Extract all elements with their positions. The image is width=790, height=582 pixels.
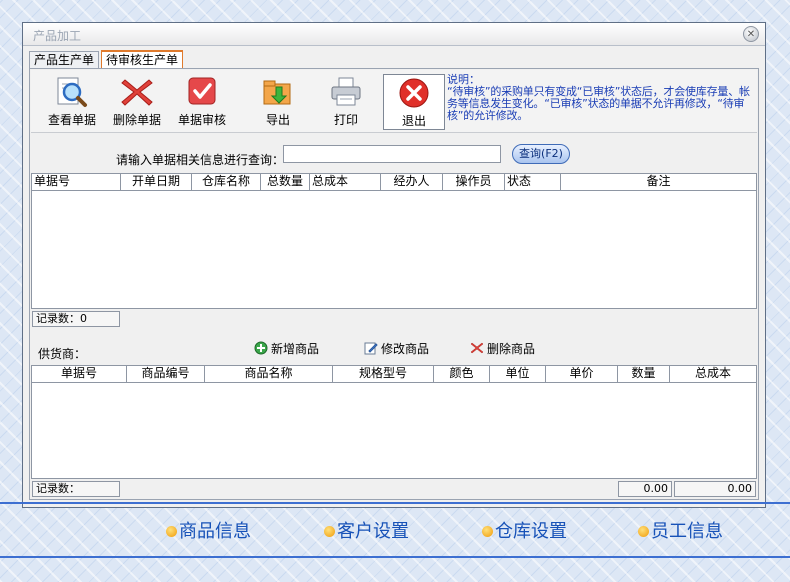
orange-bullet-icon — [166, 526, 177, 537]
audit-document-button[interactable]: 单据审核 — [171, 74, 233, 130]
orders-record-count: 记录数：0 — [32, 311, 120, 327]
cost-total: 0.00 — [674, 481, 756, 497]
toolbar: 查看单据 删除单据 单据审核 导出 打印 退出 说明： “待审核”的采购单只有变… — [31, 70, 757, 133]
window-title: 产品加工 — [33, 29, 82, 43]
col-color[interactable]: 颜色 — [434, 366, 490, 382]
items-status-bar: 记录数： 0.00 0.00 — [31, 479, 757, 499]
exit-red-circle-icon — [396, 77, 432, 109]
orders-table[interactable]: 单据号 开单日期 仓库名称 总数量 总成本 经办人 操作员 状态 备注 — [31, 173, 757, 309]
nav-divider-top — [0, 502, 790, 504]
col-total-cost[interactable]: 总成本 — [310, 174, 381, 190]
view-document-label: 查看单据 — [47, 113, 96, 127]
view-document-button[interactable]: 查看单据 — [41, 74, 103, 130]
printer-icon — [328, 76, 364, 108]
col-item-code[interactable]: 商品编号 — [127, 366, 205, 382]
col-total-quantity[interactable]: 总数量 — [261, 174, 310, 190]
nav-employee-info[interactable]: 员工信息 — [638, 520, 723, 544]
supplier-label: 供货商： — [38, 347, 87, 361]
orders-table-header: 单据号 开单日期 仓库名称 总数量 总成本 经办人 操作员 状态 备注 — [32, 174, 756, 191]
nav-divider-bottom — [0, 556, 790, 558]
col-document-no[interactable]: 单据号 — [32, 174, 121, 190]
col-remarks[interactable]: 备注 — [561, 174, 756, 190]
delete-document-label: 删除单据 — [112, 113, 161, 127]
col-item-total-cost[interactable]: 总成本 — [670, 366, 756, 382]
quantity-total: 0.00 — [618, 481, 672, 497]
edit-item-button[interactable]: 修改商品 — [364, 341, 429, 357]
nav-warehouse-settings-label: 仓库设置 — [495, 521, 567, 542]
nav-customer-settings-label: 客户设置 — [337, 521, 409, 542]
search-input[interactable] — [283, 145, 501, 163]
tab-panel: 查看单据 删除单据 单据审核 导出 打印 退出 说明： “待审核”的采购单只有变… — [29, 68, 759, 500]
col-quantity[interactable]: 数量 — [618, 366, 670, 382]
audit-document-label: 单据审核 — [177, 113, 226, 127]
export-button[interactable]: 导出 — [247, 74, 309, 130]
nav-customer-settings[interactable]: 客户设置 — [324, 520, 409, 544]
delete-item-button[interactable]: 删除商品 — [470, 341, 535, 357]
add-item-label: 新增商品 — [271, 342, 320, 356]
search-label: 请输入单据相关信息进行查询： — [116, 153, 285, 167]
add-item-icon — [254, 341, 268, 355]
items-table-header: 单据号 商品编号 商品名称 规格型号 颜色 单位 单价 数量 总成本 — [32, 366, 756, 383]
export-label: 导出 — [265, 113, 290, 127]
col-issue-date[interactable]: 开单日期 — [121, 174, 192, 190]
col-operator[interactable]: 操作员 — [443, 174, 505, 190]
col-unit[interactable]: 单位 — [490, 366, 546, 382]
col-unit-price[interactable]: 单价 — [546, 366, 618, 382]
print-button[interactable]: 打印 — [315, 74, 377, 130]
exit-button[interactable]: 退出 — [383, 74, 445, 130]
col-item-name[interactable]: 商品名称 — [205, 366, 333, 382]
col-warehouse-name[interactable]: 仓库名称 — [192, 174, 261, 190]
nav-product-info[interactable]: 商品信息 — [166, 520, 251, 544]
orange-bullet-icon — [324, 526, 335, 537]
magnifier-document-icon — [54, 76, 90, 108]
nav-warehouse-settings[interactable]: 仓库设置 — [482, 520, 567, 544]
delete-document-button[interactable]: 删除单据 — [106, 74, 168, 130]
orange-bullet-icon — [638, 526, 649, 537]
delete-item-label: 删除商品 — [487, 342, 536, 356]
col-handler[interactable]: 经办人 — [381, 174, 443, 190]
edit-item-icon — [364, 341, 378, 355]
checkmark-icon — [184, 76, 220, 108]
items-record-count: 记录数： — [32, 481, 120, 497]
info-note: 说明： “待审核”的采购单只有变成“已审核”状态后，才会使库存量、帐务等信息发生… — [447, 74, 753, 128]
exit-label: 退出 — [401, 114, 426, 128]
query-button[interactable]: 查询(F2) — [512, 144, 570, 164]
items-table[interactable]: 单据号 商品编号 商品名称 规格型号 颜色 单位 单价 数量 总成本 — [31, 365, 757, 479]
nav-product-info-label: 商品信息 — [179, 521, 251, 542]
col-spec-model[interactable]: 规格型号 — [333, 366, 434, 382]
col-status[interactable]: 状态 — [505, 174, 561, 190]
print-label: 打印 — [333, 113, 358, 127]
tab-production-orders[interactable]: 产品生产单 — [29, 51, 100, 69]
close-icon[interactable]: ✕ — [743, 26, 759, 42]
edit-item-label: 修改商品 — [381, 342, 430, 356]
add-item-button[interactable]: 新增商品 — [254, 341, 319, 357]
window-titlebar: 产品加工 ✕ — [23, 23, 765, 46]
red-x-icon — [119, 76, 155, 108]
orders-status-bar: 记录数：0 — [31, 309, 757, 329]
info-note-body: “待审核”的采购单只有变成“已审核”状态后，才会使库存量、帐务等信息发生变化。“… — [447, 85, 750, 122]
delete-item-icon — [470, 341, 484, 355]
export-folder-icon — [260, 76, 296, 108]
product-processing-window: 产品加工 ✕ 产品生产单 待审核生产单 查看单据 删除单据 单据审核 导出 打印… — [22, 22, 766, 508]
col-item-document-no[interactable]: 单据号 — [32, 366, 127, 382]
nav-employee-info-label: 员工信息 — [651, 521, 723, 542]
orange-bullet-icon — [482, 526, 493, 537]
